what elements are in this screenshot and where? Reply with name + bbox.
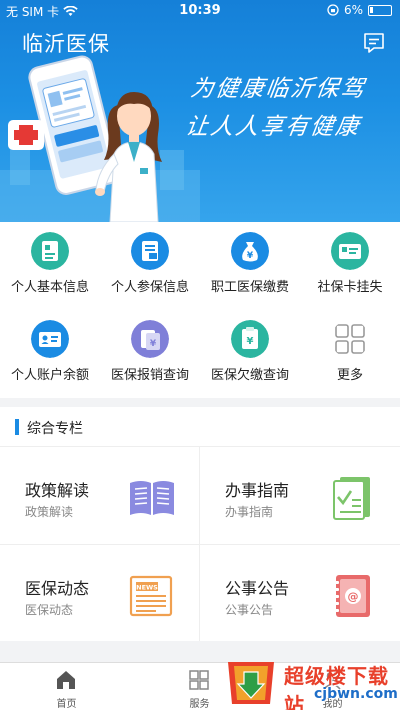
id-card-icon [31,232,69,270]
service-payment[interactable]: ¥ 职工医保缴费 [200,222,300,310]
money-bag-icon: ¥ [231,232,269,270]
notice-book-icon: @ [333,575,370,617]
banner-illustration [0,55,200,222]
svg-text:¥: ¥ [247,251,254,261]
card-notice[interactable]: 公事公告 公事公告 @ [200,545,400,642]
service-arrears[interactable]: ¥ 医保欠缴查询 [200,310,300,398]
slogan-line-1: 为健康临沂保驾 [188,76,368,102]
service-reimbursement[interactable]: ¥ 医保报销查询 [100,310,200,398]
open-book-icon [130,481,174,515]
watermark-url: cjbwn.com [314,686,398,702]
service-label: 个人账户余额 [10,368,89,383]
svg-text:@: @ [348,590,359,603]
card-title: 医保动态 [25,579,90,598]
card-subtitle: 政策解读 [25,505,74,519]
service-icon [189,670,209,690]
battery-percent: 6% [343,3,363,17]
checklist-icon [333,477,370,520]
battery-icon [368,4,392,16]
service-personal-info[interactable]: 个人基本信息 [0,222,100,310]
service-label: 职工医保缴费 [210,280,289,295]
watermark-logo-icon [228,662,274,704]
service-grid: 个人基本信息 个人参保信息 ¥ 职工医保缴费 社保卡挂失 个人账户余额 ¥ 医保… [0,222,400,398]
svg-text:¥: ¥ [150,339,157,349]
service-label: 个人基本信息 [10,280,89,295]
service-label: 医保欠缴查询 [210,368,289,383]
section-accent-bar [15,419,19,435]
status-right: 6% [327,3,392,17]
card-guide[interactable]: 办事指南 办事指南 [200,447,400,544]
section-title: 综合专栏 [27,421,83,437]
service-more[interactable]: 更多 [300,310,400,398]
service-label: 社保卡挂失 [317,280,383,295]
rotation-lock-icon [327,4,339,16]
card-news[interactable]: 医保动态 医保动态 NEWS [0,545,200,642]
card-title: 公事公告 [225,579,290,598]
service-account-balance[interactable]: 个人账户余额 [0,310,100,398]
tab-home[interactable]: 首页 [0,663,133,710]
tab-label: 首页 [56,699,77,710]
account-card-icon [31,320,69,358]
message-icon[interactable] [362,31,386,55]
card-title: 政策解读 [25,481,90,500]
card-policy[interactable]: 政策解读 政策解读 [0,447,200,544]
header-banner: 无 SIM 卡 10:39 6% 临沂医保 为健康临沂保驾 让人人享有健康 [0,0,400,222]
service-label: 医保报销查询 [110,368,189,383]
insurance-doc-icon [131,232,169,270]
svg-text:¥: ¥ [247,336,254,347]
svg-text:NEWS: NEWS [136,584,158,592]
card-subtitle: 办事指南 [225,505,274,519]
news-icon: NEWS [129,575,173,617]
service-insurance-info[interactable]: 个人参保信息 [100,222,200,310]
watermark: 超级楼下载站 cjbwn.com [222,656,400,710]
card-title: 办事指南 [225,481,290,500]
card-subtitle: 医保动态 [25,603,74,617]
arrears-icon: ¥ [231,320,269,358]
watermark-text: 超级楼下载站 [284,664,389,710]
section-header: 综合专栏 [0,407,400,447]
card-subtitle: 公事公告 [225,603,274,617]
card-lock-icon [331,232,369,270]
service-card-loss[interactable]: 社保卡挂失 [300,222,400,310]
banner-slogan: 为健康临沂保驾 让人人享有健康 [183,70,369,146]
reimburse-icon: ¥ [131,320,169,358]
service-label: 更多 [336,368,363,383]
home-icon [57,671,75,689]
service-label: 个人参保信息 [110,280,189,295]
feature-cards: 政策解读 政策解读 办事指南 办事指南 医保动态 医保动态 NEWS 公事公告 … [0,447,400,641]
slogan-line-2: 让人人享有健康 [183,114,363,140]
more-grid-icon [335,324,365,354]
status-bar: 无 SIM 卡 10:39 6% [0,0,400,22]
